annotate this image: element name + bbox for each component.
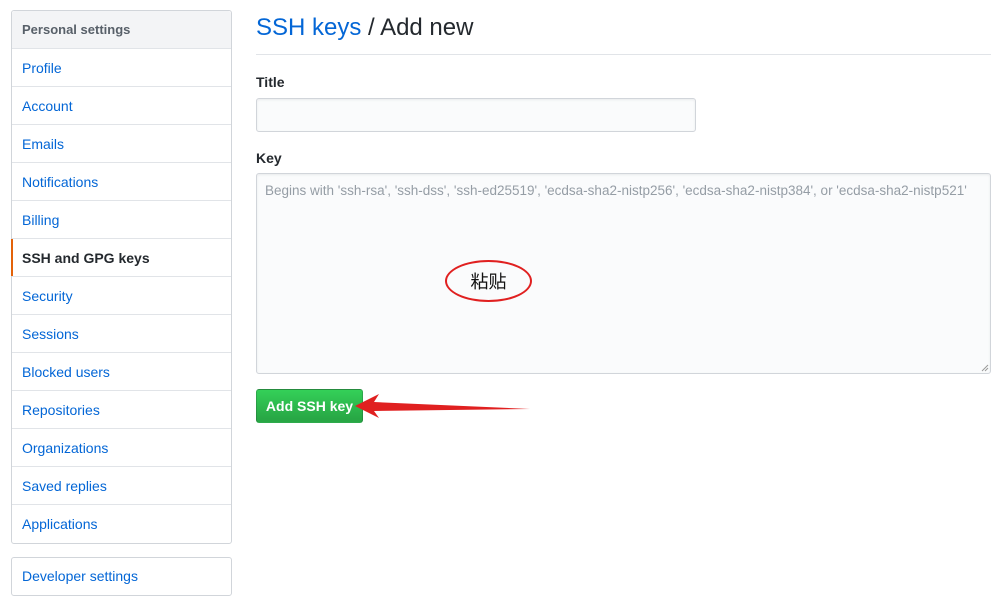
breadcrumb-separator: / <box>368 14 375 41</box>
main-content: SSH keys / Add new Title Key Add SSH key <box>256 0 991 423</box>
resize-grip-icon[interactable] <box>981 364 989 372</box>
sidebar-item-applications[interactable]: Applications <box>12 505 231 543</box>
settings-sidebar: Personal settings Profile Account Emails… <box>11 10 232 544</box>
sidebar-item-saved-replies[interactable]: Saved replies <box>12 467 231 505</box>
sidebar-header: Personal settings <box>12 11 231 49</box>
page-title: Add new <box>380 14 474 41</box>
sidebar-item-billing[interactable]: Billing <box>12 201 231 239</box>
sidebar-item-sessions[interactable]: Sessions <box>12 315 231 353</box>
paste-annotation-text: 粘贴 <box>470 272 507 293</box>
sidebar-item-emails[interactable]: Emails <box>12 125 231 163</box>
key-label: Key <box>256 150 282 166</box>
page-heading: SSH keys / Add new <box>256 0 991 55</box>
sidebar-item-notifications[interactable]: Notifications <box>12 163 231 201</box>
add-ssh-key-button[interactable]: Add SSH key <box>256 389 363 423</box>
developer-settings-box: Developer settings <box>11 557 232 596</box>
sidebar-item-security[interactable]: Security <box>12 277 231 315</box>
sidebar-item-profile[interactable]: Profile <box>12 49 231 87</box>
sidebar-item-developer-settings[interactable]: Developer settings <box>12 558 231 595</box>
title-label: Title <box>256 74 285 90</box>
sidebar-item-ssh-gpg-keys[interactable]: SSH and GPG keys <box>11 239 231 277</box>
sidebar-item-repositories[interactable]: Repositories <box>12 391 231 429</box>
sidebar-item-blocked-users[interactable]: Blocked users <box>12 353 231 391</box>
sidebar-item-organizations[interactable]: Organizations <box>12 429 231 467</box>
breadcrumb-ssh-keys-link[interactable]: SSH keys <box>256 14 361 41</box>
key-textarea[interactable] <box>256 173 991 374</box>
red-arrow-icon <box>355 394 530 418</box>
title-input[interactable] <box>256 98 696 132</box>
sidebar-item-account[interactable]: Account <box>12 87 231 125</box>
